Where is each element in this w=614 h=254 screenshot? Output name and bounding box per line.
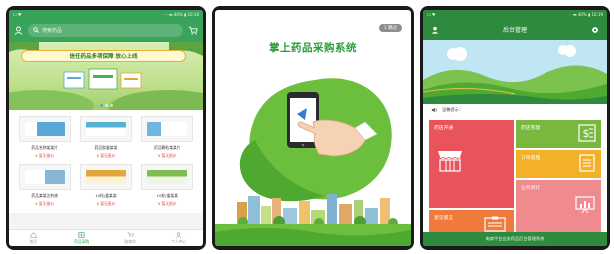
product-image: [18, 116, 71, 142]
notice-text: 温馨提示：: [442, 107, 463, 112]
product-image: [79, 164, 132, 190]
admin-tiles: 药店开通 药店管理 $ 订单管理 业务统计 意见留言: [429, 120, 601, 238]
tile-store-open[interactable]: 药店开通: [429, 120, 514, 208]
store-home-screen: ☐ ♥ · · ⫘ 40% ▮ 10:18 搜索药品 信任药品多项保障 放心上线…: [9, 10, 203, 246]
tab-label: 购物车: [124, 238, 136, 244]
product-card[interactable]: 10粒/盒某某 ¥ 暂无报价: [140, 164, 195, 207]
product-image: [79, 116, 132, 142]
grid-icon: [78, 231, 85, 238]
splash-title: 掌上药品采购系统: [269, 42, 357, 54]
product-card[interactable]: 药品颗粒某某片 ¥ 暂无报价: [140, 116, 195, 159]
status-bar: ☐ ♥ · · ⫘ 40% ▮ 10:18: [9, 10, 203, 19]
search-row: 搜索药品: [9, 19, 203, 41]
search-placeholder: 搜索药品: [42, 27, 63, 34]
tile-label: 药店开通: [434, 126, 454, 131]
cart-icon[interactable]: [188, 26, 198, 35]
search-icon: [33, 27, 39, 33]
product-image: [141, 164, 194, 190]
product-price: ¥ 暂无报价: [96, 153, 116, 158]
phone-admin: ☐ ♥ · ⫘ 40% ▮ 10:19 后台管理 温馨提示： 药店开通 药店管理…: [420, 6, 610, 250]
product-grid: 药品名称某某片 ¥ 暂无报价 药品胶囊某某 ¥ 暂无报价 药品颗粒某某片 ¥ 暂…: [9, 110, 203, 213]
user-icon: [176, 231, 182, 238]
tab-cart[interactable]: 购物车: [106, 230, 155, 246]
header-landscape: [423, 40, 607, 104]
admin-screen: ☐ ♥ · ⫘ 40% ▮ 10:19 后台管理 温馨提示： 药店开通 药店管理…: [423, 10, 607, 246]
landscape-illustration: [423, 40, 607, 104]
cart-icon: [127, 231, 134, 236]
promo-banner[interactable]: 信任药品多项保障 放心上线: [9, 42, 203, 110]
tile-order-manage[interactable]: 订单管理: [516, 150, 601, 178]
document-icon: [579, 154, 595, 172]
product-card[interactable]: 药品胶囊某某 ¥ 暂无报价: [78, 116, 133, 159]
status-bar: ☐ ♥ · ⫘ 40% ▮ 10:19: [423, 10, 607, 19]
product-name: 药品胶囊某某: [94, 145, 118, 150]
product-price: ¥ 暂无报价: [35, 153, 55, 158]
product-price: ¥ 暂无报价: [157, 201, 177, 206]
tab-profile[interactable]: 个人中心: [155, 230, 204, 246]
product-name: 药品颗粒某某片: [154, 145, 181, 150]
banner-title: 信任药品多项保障 放心上线: [21, 50, 186, 62]
tab-label: 首页: [29, 238, 38, 244]
product-image: [18, 164, 71, 190]
product-name: 药品某某注射液: [31, 193, 58, 198]
clipboard-icon: [484, 216, 506, 232]
home-icon: [30, 231, 37, 238]
tab-label: 个人中心: [171, 238, 187, 244]
splash-screen: 1 跳过 掌上药品采购系统: [215, 10, 411, 246]
tab-purchase[interactable]: 药品采购: [58, 230, 107, 246]
footer-bar: 电商平台业务药品后台管理系统: [423, 232, 607, 246]
product-name: 药品名称某某片: [31, 145, 58, 150]
phone-store-home: ☐ ♥ · · ⫘ 40% ▮ 10:18 搜索药品 信任药品多项保障 放心上线…: [6, 6, 206, 250]
user-icon[interactable]: [431, 26, 439, 34]
status-right: · · ⫘ 40% ▮ 10:18: [163, 12, 199, 17]
bottom-tab-bar: 首页 药品采购 购物车 个人中心: [9, 229, 203, 246]
tile-label: 药店管理: [521, 126, 541, 131]
status-left: ☐ ♥: [13, 12, 22, 17]
chart-board-icon: [575, 196, 595, 214]
status-left: ☐ ♥: [427, 12, 436, 17]
tile-store-manage[interactable]: 药店管理 $: [516, 120, 601, 148]
product-price: ¥ 暂无报价: [157, 153, 177, 158]
tile-label: 订单管理: [521, 156, 541, 161]
tab-label: 药品采购: [74, 238, 90, 244]
header-bar: ☐ ♥ · ⫘ 40% ▮ 10:19 后台管理: [423, 10, 607, 40]
page-title: 后台管理: [502, 27, 527, 34]
status-right: · ⫘ 40% ▮ 10:19: [570, 12, 603, 17]
notice-bar: 温馨提示：: [423, 104, 607, 116]
product-price: ¥ 暂无报价: [35, 201, 55, 206]
product-card[interactable]: 药品名称某某片 ¥ 暂无报价: [17, 116, 72, 159]
user-icon[interactable]: [14, 26, 23, 35]
product-card[interactable]: 药品某某注射液 ¥ 暂无报价: [17, 164, 72, 207]
settings-icon[interactable]: [591, 26, 599, 34]
tab-home[interactable]: 首页: [9, 230, 58, 246]
tile-label: 业务统计: [521, 186, 541, 191]
product-card[interactable]: 10粒/盒某某 ¥ 暂无报价: [78, 164, 133, 207]
svg-text:$: $: [583, 127, 590, 140]
product-name: 10粒/盒某某: [95, 193, 117, 198]
product-price: ¥ 暂无报价: [96, 201, 116, 206]
tile-business-stats[interactable]: 业务统计: [516, 180, 601, 238]
speaker-icon: [431, 107, 437, 113]
search-input[interactable]: 搜索药品: [28, 23, 183, 37]
skip-button[interactable]: 1 跳过: [378, 24, 402, 32]
product-name: 10粒/盒某某: [156, 193, 178, 198]
header-bar: ☐ ♥ · · ⫘ 40% ▮ 10:18 搜索药品: [9, 10, 203, 42]
banner-pagination: [9, 104, 203, 107]
product-image: [141, 116, 194, 142]
title-row: 后台管理: [423, 19, 607, 40]
tile-label: 意见留言: [434, 216, 454, 221]
phone-splash: 1 跳过 掌上药品采购系统: [212, 6, 414, 250]
money-doc-icon: $: [578, 124, 596, 142]
storefront-icon: [438, 151, 462, 172]
